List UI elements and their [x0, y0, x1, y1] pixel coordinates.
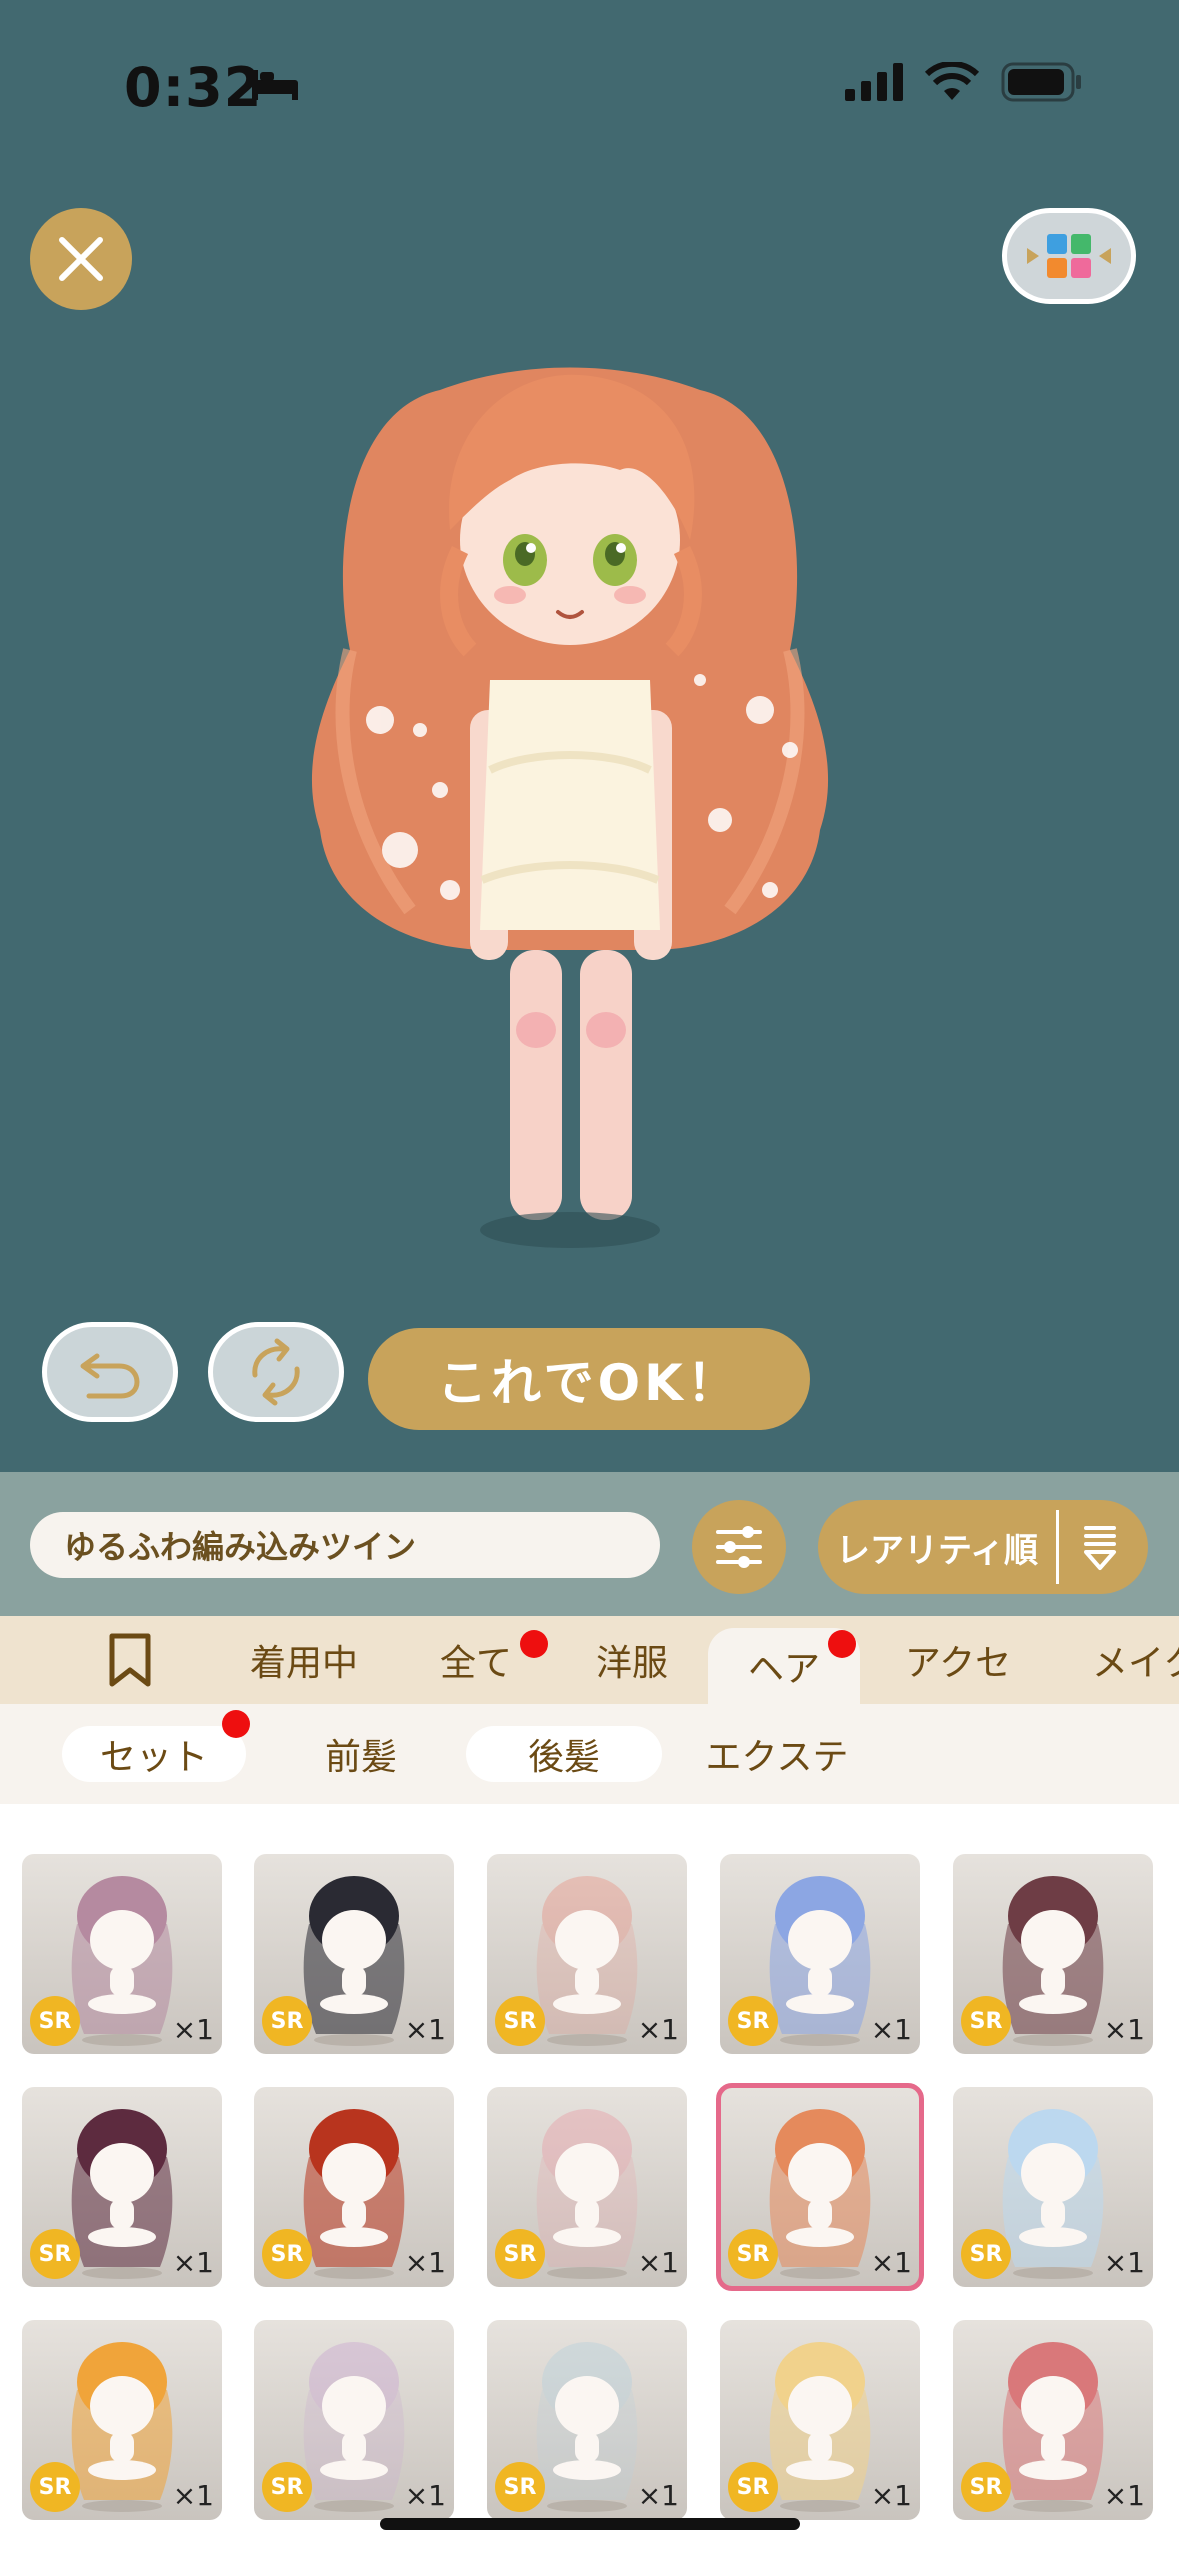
tab-bookmark[interactable] [70, 1616, 190, 1704]
sliders-icon [716, 1526, 762, 1568]
color-grid-icon [1027, 234, 1111, 278]
hair-item[interactable]: SR ×1 [22, 2087, 222, 2287]
battery-icon [1001, 62, 1081, 102]
rarity-badge: SR [495, 1996, 545, 2046]
close-button[interactable] [30, 208, 132, 310]
hair-item[interactable]: SR ×1 [487, 1854, 687, 2054]
bookmark-icon [109, 1633, 151, 1687]
tab-all-badge [520, 1630, 548, 1658]
hair-item[interactable]: SR ×1 [953, 2320, 1153, 2520]
rarity-badge: SR [30, 2462, 80, 2512]
rarity-badge: SR [30, 1996, 80, 2046]
hair-item[interactable]: SR ×1 [487, 2320, 687, 2520]
confirm-ok-button[interactable]: これでOK！ [368, 1328, 810, 1430]
tab-wearing[interactable]: 着用中 [222, 1616, 386, 1704]
reset-button[interactable] [208, 1322, 344, 1422]
rarity-badge: SR [961, 2229, 1011, 2279]
close-icon [59, 237, 103, 281]
status-indicators [845, 62, 1083, 102]
hair-item[interactable]: SR ×1 [953, 1854, 1153, 2054]
wifi-icon [925, 62, 979, 100]
tab-accessory[interactable]: アクセ [880, 1616, 1036, 1704]
item-count: ×1 [1103, 2479, 1145, 2512]
item-count: ×1 [870, 2246, 912, 2279]
item-count: ×1 [637, 2013, 679, 2046]
hair-item[interactable]: SR ×1 [22, 1854, 222, 2054]
hair-item[interactable]: SR ×1 [720, 1854, 920, 2054]
hair-item[interactable]: SR ×1 [953, 2087, 1153, 2287]
rarity-badge: SR [728, 1996, 778, 2046]
item-count: ×1 [1103, 2246, 1145, 2279]
rarity-badge: SR [30, 2229, 80, 2279]
subtab-extension[interactable]: エクステ [674, 1726, 880, 1782]
rarity-badge: SR [262, 2462, 312, 2512]
hair-item[interactable]: SR ×1 [254, 1854, 454, 2054]
item-count: ×1 [1103, 2013, 1145, 2046]
search-field[interactable]: ゆるふわ編み込みツイン [30, 1512, 660, 1578]
subtab-set[interactable]: セット [62, 1726, 246, 1782]
sort-label: レアリティ順 [836, 1530, 1038, 1571]
rarity-badge: SR [961, 2462, 1011, 2512]
sleep-mode-icon [252, 70, 298, 100]
sort-divider [1056, 1510, 1059, 1584]
tab-all[interactable]: 全て [414, 1616, 538, 1704]
item-count: ×1 [870, 2479, 912, 2512]
rarity-badge: SR [728, 2462, 778, 2512]
item-count: ×1 [637, 2246, 679, 2279]
tab-clothes[interactable]: 洋服 [570, 1616, 694, 1704]
hair-item[interactable]: SR ×1 [720, 2320, 920, 2520]
refresh-icon [252, 1338, 300, 1406]
undo-button[interactable] [42, 1322, 178, 1422]
hair-item[interactable]: SR ×1 [487, 2087, 687, 2287]
item-count: ×1 [404, 2013, 446, 2046]
category-tabs: 着用中 全て 洋服 ヘア アクセ メイク [0, 1616, 1179, 1704]
avatar-stage: 0:32 これでOK！ [0, 0, 1179, 1472]
subcategory-tabs: セット 前髪 後髪 エクステ [0, 1704, 1179, 1804]
rarity-badge: SR [495, 2462, 545, 2512]
item-count: ×1 [404, 2479, 446, 2512]
sort-button[interactable]: レアリティ順 [818, 1500, 1148, 1594]
hair-item[interactable]: SR ×1 [254, 2320, 454, 2520]
rarity-badge: SR [262, 2229, 312, 2279]
sort-order-icon[interactable] [1080, 1522, 1120, 1572]
hair-item[interactable]: SR ×1 [716, 2083, 924, 2291]
item-count: ×1 [870, 2013, 912, 2046]
rarity-badge: SR [961, 1996, 1011, 2046]
item-count: ×1 [404, 2246, 446, 2279]
subtab-back-hair[interactable]: 後髪 [466, 1726, 662, 1782]
avatar-character [311, 367, 829, 1248]
search-bar: ゆるふわ編み込みツイン レアリティ順 [0, 1472, 1179, 1616]
rarity-badge: SR [728, 2229, 778, 2279]
undo-icon [80, 1353, 140, 1399]
hair-item[interactable]: SR ×1 [22, 2320, 222, 2520]
rarity-badge: SR [262, 1996, 312, 2046]
layout-toggle-button[interactable] [1002, 208, 1136, 304]
tab-makeup[interactable]: メイク [1070, 1616, 1179, 1704]
status-time: 0:32 [124, 56, 263, 119]
rarity-badge: SR [495, 2229, 545, 2279]
cellular-signal-icon [845, 63, 903, 101]
subtab-set-badge [222, 1710, 250, 1738]
tab-hair-badge [828, 1630, 856, 1658]
item-count: ×1 [172, 2013, 214, 2046]
item-count: ×1 [637, 2479, 679, 2512]
item-count: ×1 [172, 2479, 214, 2512]
home-indicator[interactable] [380, 2518, 800, 2530]
item-count: ×1 [172, 2246, 214, 2279]
subtab-bangs[interactable]: 前髪 [258, 1726, 464, 1782]
filter-button[interactable] [692, 1500, 786, 1594]
hair-item[interactable]: SR ×1 [254, 2087, 454, 2287]
